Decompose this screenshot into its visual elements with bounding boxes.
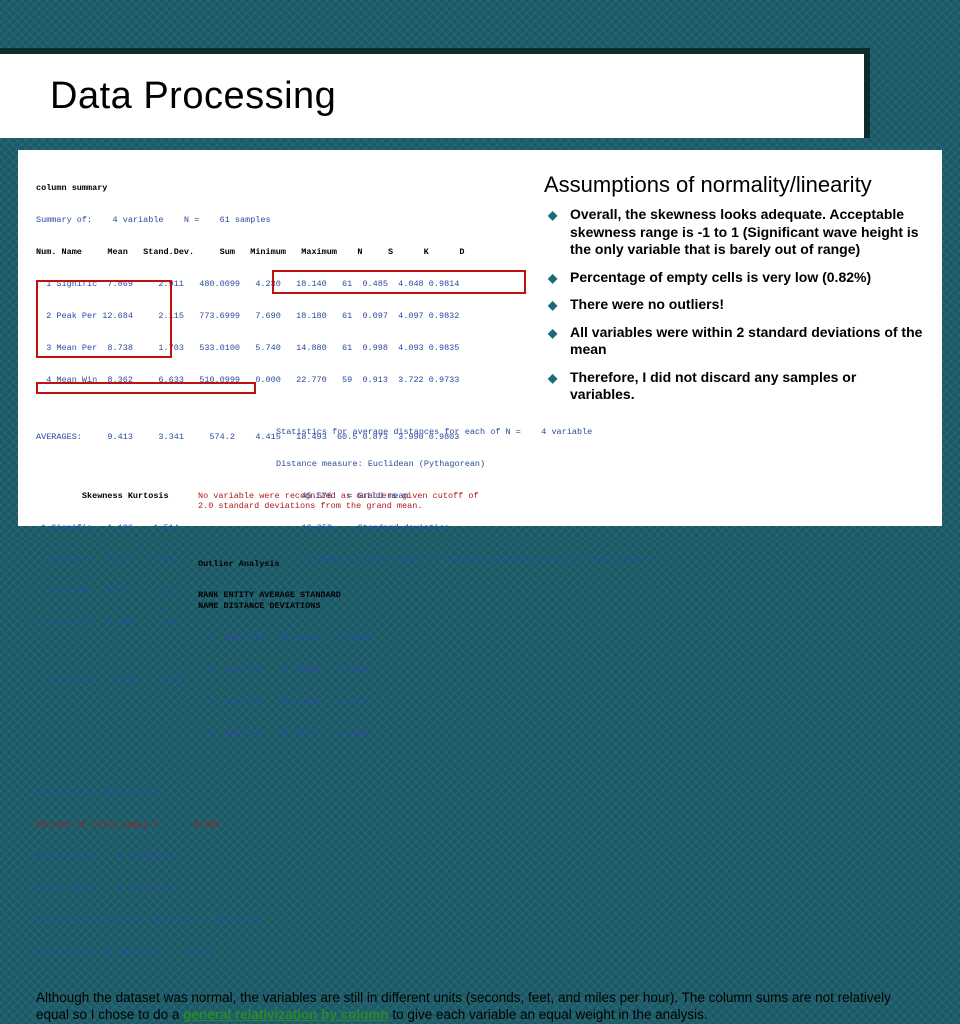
highlighted-term: general relativization by column bbox=[183, 1007, 389, 1022]
bullet-list: Overall, the skewness looks adequate. Ac… bbox=[544, 206, 924, 404]
list-item: Overall, the skewness looks adequate. Ac… bbox=[548, 206, 924, 259]
title-bar: Data Processing bbox=[0, 48, 870, 138]
list-item: There were no outliers! bbox=[548, 296, 924, 314]
stats-output-panel: column summary Summary of: 4 variable N … bbox=[36, 162, 526, 985]
outlier-footer-block: Statistics for average distances for eac… bbox=[276, 406, 526, 587]
matrix-stats-block: 244 cells in main matrix Percent of cell… bbox=[36, 766, 266, 979]
list-item: All variables were within 2 standard dev… bbox=[548, 324, 924, 359]
explanation-panel: Assumptions of normality/linearity Overa… bbox=[544, 162, 924, 985]
list-item: Percentage of empty cells is very low (0… bbox=[548, 269, 924, 287]
list-item: Therefore, I did not discard any samples… bbox=[548, 369, 924, 404]
highlight-box-skewness bbox=[36, 280, 172, 358]
slide-content: column summary Summary of: 4 variable N … bbox=[18, 150, 942, 526]
highlight-box-empty-pct bbox=[36, 382, 256, 394]
highlight-box-outlier-note bbox=[272, 270, 526, 294]
section-subhead: Assumptions of normality/linearity bbox=[544, 172, 924, 198]
skew-kurtosis-block: Skewness Kurtosis 1 Signific 1.136 1.514… bbox=[36, 470, 186, 761]
footer-paragraph: Although the dataset was normal, the var… bbox=[36, 989, 924, 1024]
page-title: Data Processing bbox=[50, 75, 336, 118]
